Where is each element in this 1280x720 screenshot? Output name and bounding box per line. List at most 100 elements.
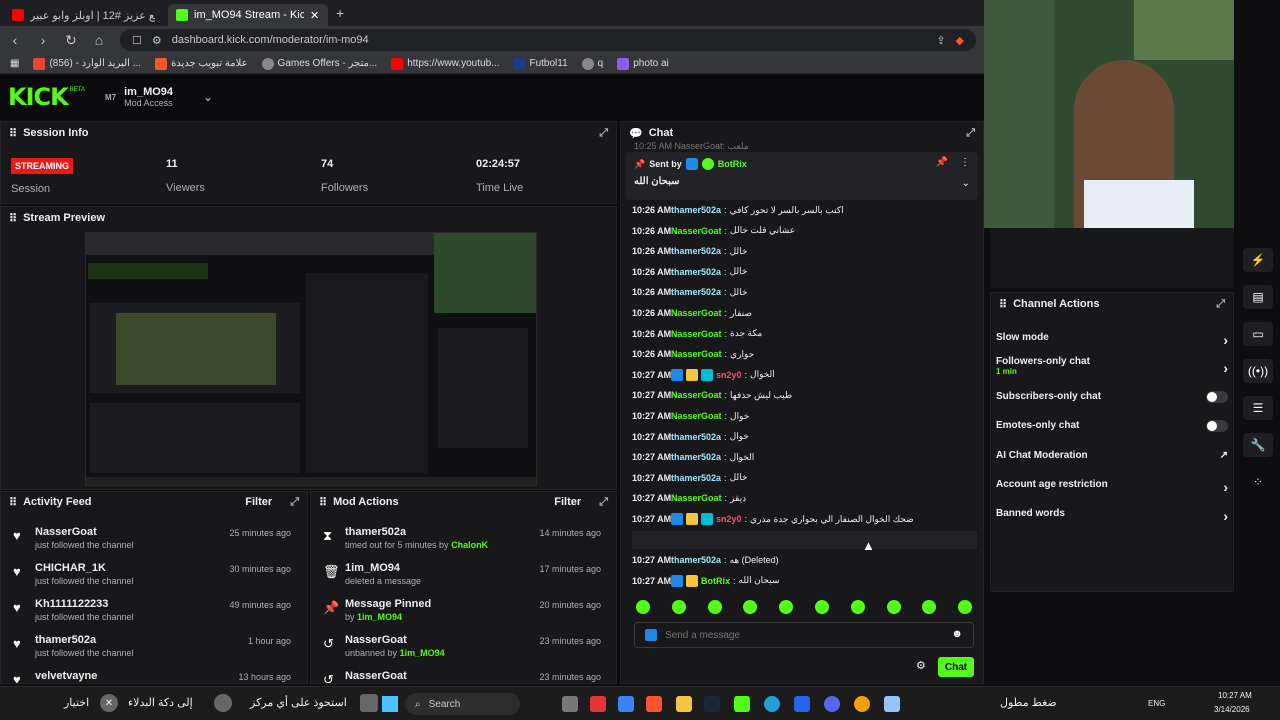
steam-icon[interactable]	[704, 696, 720, 712]
emote-icon[interactable]	[815, 600, 829, 614]
expand-icon[interactable]: ⤢	[966, 127, 975, 140]
emote-icon[interactable]	[886, 600, 901, 614]
browser-tab-2[interactable]: im_MO94 Stream - Kick Dash ✕	[168, 4, 328, 26]
dots-icon[interactable]: ⁘	[1243, 470, 1273, 494]
chevron-down-icon[interactable]: ⌄	[962, 178, 970, 189]
emotes-only-toggle[interactable]	[1206, 420, 1228, 432]
bookmark-item[interactable]: q	[581, 57, 603, 70]
broadcast-icon[interactable]: ((•))	[1243, 359, 1273, 383]
file-explorer-icon[interactable]	[676, 696, 692, 712]
chat-message[interactable]: 10:26 AM thamer502a: خالل	[632, 262, 747, 282]
url-field[interactable]: ☐ ⚙ dashboard.kick.com/moderator/im-mo94…	[120, 29, 976, 51]
emote-icon[interactable]	[636, 600, 650, 614]
bookmark-item[interactable]: علامة تبويب جديدة	[155, 57, 248, 70]
apps-icon[interactable]: ▦	[10, 58, 19, 69]
filter-button[interactable]: Filter	[554, 496, 581, 508]
chat-username[interactable]: thamer502a	[671, 246, 721, 256]
lightning-icon[interactable]: ⚡	[1243, 248, 1273, 272]
brave-taskbar-icon[interactable]	[646, 696, 662, 712]
reload-icon[interactable]: ↻	[64, 32, 78, 49]
close-icon[interactable]: ✕	[100, 694, 118, 712]
chat-message[interactable]: 10:27 AM NasserGoat: خوال	[632, 406, 749, 426]
chat-input[interactable]	[665, 627, 935, 643]
activity-user[interactable]: Kh1111122233	[35, 598, 108, 610]
chat-username[interactable]: sn2y0	[716, 370, 742, 380]
chat-username[interactable]: NasserGoat	[671, 226, 722, 236]
home-icon[interactable]: ⌂	[92, 32, 106, 48]
browser-tab-1[interactable]: حروف مع عزيز #12 | اوبلز وابو عبير	[4, 4, 164, 26]
forward-icon[interactable]: ›	[36, 32, 50, 48]
document-icon[interactable]: ▤	[1243, 285, 1273, 309]
chat-username[interactable]: thamer502a	[671, 432, 721, 442]
bookmark-item[interactable]: Futbol11	[513, 57, 568, 70]
mod-action-by[interactable]: 1im_MO94	[400, 648, 445, 658]
telegram-icon[interactable]	[764, 696, 780, 712]
activity-user[interactable]: NasserGoat	[35, 526, 97, 538]
chat-username[interactable]: thamer502a	[671, 287, 721, 297]
pinned-user[interactable]: BotRix	[718, 159, 747, 169]
chat-username[interactable]: NasserGoat	[671, 493, 722, 503]
chat-message[interactable]: 10:27 AM sn2y0: ضحك الخوال الصنفار الي بحو…	[632, 509, 914, 529]
mod-action-user[interactable]: NasserGoat	[345, 670, 407, 682]
windows-start-icon[interactable]	[382, 696, 398, 712]
expand-icon[interactable]: ⤢	[599, 496, 608, 509]
followers-only-row[interactable]: Followers-only chat 1 min ›	[996, 356, 1228, 376]
more-options-icon[interactable]: ⋮	[960, 157, 970, 168]
mod-action-user[interactable]: 1im_MO94	[345, 562, 400, 574]
kick-logo[interactable]: KICK	[8, 83, 69, 111]
chevron-down-icon[interactable]: ⌄	[203, 90, 213, 104]
chat-message[interactable]: 10:27 AM thamer502a: خوال	[632, 427, 749, 447]
activity-user[interactable]: CHICHAR_1K	[35, 562, 106, 574]
clock-time[interactable]: 10:27 AM	[1218, 691, 1252, 700]
wrench-icon[interactable]: 🔧	[1243, 433, 1273, 457]
chat-message[interactable]: 10:26 AM NasserGoat: صنفار	[632, 303, 752, 323]
close-tab-icon[interactable]: ✕	[310, 9, 319, 22]
chat-message[interactable]: 10:26 AM NasserGoat: عشاني قلت خالل	[632, 221, 795, 241]
chat-message[interactable]: 10:27 AM NasserGoat: ديقز	[632, 488, 746, 508]
subscribers-only-toggle[interactable]	[1206, 391, 1228, 403]
bookmark-icon[interactable]: ☐	[132, 34, 142, 47]
banned-words-row[interactable]: Banned words ›	[996, 508, 1228, 524]
chat-username[interactable]: NasserGoat	[671, 349, 722, 359]
emoji-icon[interactable]: ☻	[951, 628, 963, 640]
chat-message[interactable]: 10:26 AM thamer502a: خالل	[632, 282, 747, 302]
expand-icon[interactable]: ⤢	[599, 127, 608, 140]
chat-username[interactable]: NasserGoat	[671, 390, 722, 400]
send-chat-button[interactable]: Chat	[938, 657, 974, 677]
activity-user[interactable]: velvetvayne	[35, 670, 97, 682]
acrobat-icon[interactable]	[590, 696, 606, 712]
clock-date[interactable]: 3/14/2026	[1214, 705, 1250, 714]
language-indicator[interactable]: ENG	[1148, 699, 1165, 708]
unpin-icon[interactable]: 📌	[936, 157, 948, 168]
chat-message[interactable]: 10:26 AM thamer502a: خالل	[632, 241, 747, 261]
emote-icon[interactable]	[707, 600, 722, 614]
chat-username[interactable]: NasserGoat	[671, 308, 722, 318]
slow-mode-row[interactable]: Slow mode ›	[996, 332, 1228, 348]
stream-video[interactable]	[85, 232, 537, 486]
share-icon[interactable]: ⇪	[936, 34, 945, 47]
brave-shield-icon[interactable]: ◆	[956, 34, 964, 47]
app-window-icon[interactable]	[884, 696, 900, 712]
mod-action-by[interactable]: 1im_MO94	[357, 612, 402, 622]
chat-username[interactable]: thamer502a	[671, 473, 721, 483]
bookmark-item[interactable]: البريد الوارد - (856) ...	[33, 57, 141, 70]
chat-message[interactable]: 10:26 AM thamer502a: اكتب بالسر بالسر لا ت…	[632, 200, 844, 220]
taskbar-search[interactable]: ⌕ Search	[405, 693, 520, 715]
new-tab-button[interactable]: +	[336, 5, 344, 21]
sliders-icon[interactable]: ☰	[1243, 396, 1273, 420]
bookmark-item[interactable]: photo ai	[617, 57, 669, 70]
mod-action-user[interactable]: NasserGoat	[345, 634, 407, 646]
chat-username[interactable]: thamer502a	[671, 452, 721, 462]
chat-message[interactable]: 10:27 AM NasserGoat: طيب ليش حذفها	[632, 385, 792, 405]
chat-message[interactable]: 10:27 AM thamer502a: هه (Deleted)	[632, 550, 779, 570]
activity-user[interactable]: thamer502a	[35, 634, 96, 646]
back-icon[interactable]: ‹	[8, 32, 22, 48]
ai-moderation-row[interactable]: AI Chat Moderation ↗	[996, 450, 1228, 461]
mod-action-by[interactable]: ChalonK	[451, 540, 488, 550]
chat-username[interactable]: thamer502a	[671, 267, 721, 277]
emote-icon[interactable]	[671, 600, 686, 614]
bookmark-item[interactable]: https://www.youtub...	[391, 57, 499, 70]
channel-switcher[interactable]: im_MO94 Mod Access	[124, 86, 173, 108]
chat-username[interactable]: sn2y0	[716, 514, 742, 524]
chat-username[interactable]: NasserGoat	[671, 411, 722, 421]
